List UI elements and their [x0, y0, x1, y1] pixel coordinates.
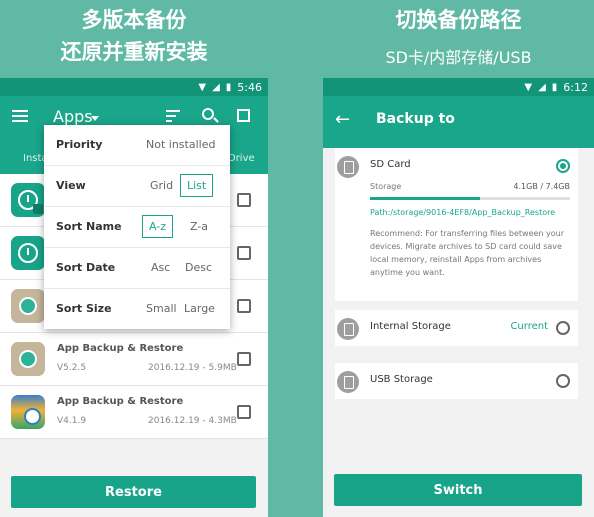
storage-value: 4.1GB / 7.4GB [513, 182, 570, 191]
status-bar: ▼ ◢ ▮ 5:46 [0, 78, 268, 96]
back-arrow-icon[interactable]: ← [335, 109, 350, 130]
row-checkbox[interactable] [237, 352, 251, 366]
view-list-option[interactable]: List [180, 174, 214, 197]
option-label: SD Card [370, 159, 411, 170]
status-time: 5:46 [237, 80, 262, 94]
chevron-down-icon[interactable] [91, 116, 99, 121]
app-version: V5.2.5 [57, 363, 87, 373]
menu-row-sort-date: Sort Date Asc Desc [44, 248, 230, 289]
status-bar: ▼ ◢ ▮ 6:12 [323, 78, 594, 96]
sd-card-radio[interactable] [556, 159, 570, 173]
sort-asc-option[interactable]: Asc [151, 261, 170, 274]
backup-app-icon [11, 183, 45, 217]
app-meta: 2016.12.19 - 5.9MB [148, 363, 237, 373]
phone-storage-icon [337, 318, 359, 340]
left-panel: 多版本备份 还原并重新安装 ▼ ◢ ▮ 5:46 Apps Insta Driv… [0, 0, 268, 517]
menu-icon[interactable] [12, 110, 28, 122]
priority-option[interactable]: Not installed [146, 138, 215, 151]
sort-small-option[interactable]: Small [146, 302, 177, 315]
battery-icon: ▮ [551, 81, 558, 93]
menu-label: Sort Size [56, 302, 112, 315]
sd-card-option[interactable]: SD Card Storage 4.1GB / 7.4GB Path:/stor… [335, 148, 578, 301]
option-label: Internal Storage [370, 321, 451, 332]
battery-icon: ▮ [225, 81, 232, 93]
row-checkbox[interactable] [237, 405, 251, 419]
sd-card-icon [337, 156, 359, 178]
usb-icon [337, 371, 359, 393]
backup-app-icon [11, 236, 45, 270]
menu-row-sort-name: Sort Name A-z Z-a [44, 207, 230, 248]
switch-button[interactable]: Switch [334, 474, 582, 506]
page-title: Backup to [376, 111, 455, 127]
row-checkbox[interactable] [237, 246, 251, 260]
sort-view-menu: Priority Not installed View Grid List So… [44, 125, 230, 329]
headline-secondary: SD卡/内部存储/USB [385, 48, 532, 67]
app-title[interactable]: Apps [53, 107, 93, 126]
backup-app-icon [11, 395, 45, 429]
right-panel: 切换备份路径 SD卡/内部存储/USB ▼ ◢ ▮ 6:12 ← Backup … [323, 0, 594, 517]
menu-row-view: View Grid List [44, 166, 230, 207]
wifi-icon: ▼ [198, 81, 207, 93]
internal-storage-radio[interactable] [556, 321, 570, 335]
tab-drive[interactable]: Drive [228, 153, 255, 164]
menu-row-sort-size: Sort Size Small Large [44, 289, 230, 330]
sort-za-option[interactable]: Z-a [190, 220, 208, 233]
headline-primary: 切换备份路径 [395, 8, 522, 32]
signal-icon: ◢ [212, 81, 220, 93]
app-name: App Backup & Restore [57, 343, 184, 354]
backup-path: Path:/storage/9016-4EF8/App_Backup_Resto… [370, 208, 556, 217]
list-item[interactable]: App Backup & Restore V5.2.5 2016.12.19 -… [0, 333, 268, 386]
app-bar: ← Backup to [323, 96, 594, 148]
signal-icon: ◢ [538, 81, 546, 93]
restore-button[interactable]: Restore [11, 476, 256, 508]
headline-secondary: 还原并重新安装 [60, 40, 208, 64]
menu-row-priority: Priority Not installed [44, 125, 230, 166]
storage-label: Storage [370, 182, 402, 191]
recommend-text: Recommend: For transferring files betwee… [370, 229, 565, 277]
menu-label: Sort Date [56, 261, 116, 274]
status-time: 6:12 [563, 80, 588, 94]
menu-label: Priority [56, 138, 103, 151]
sort-large-option[interactable]: Large [184, 302, 215, 315]
menu-label: Sort Name [56, 220, 122, 233]
view-grid-option[interactable]: Grid [150, 179, 173, 192]
usb-storage-radio[interactable] [556, 374, 570, 388]
backup-app-icon [11, 342, 45, 376]
wifi-icon: ▼ [524, 81, 533, 93]
sort-icon[interactable] [166, 110, 180, 125]
phone-screen: ▼ ◢ ▮ 6:12 ← Backup to SD Card Storage 4… [323, 78, 594, 517]
option-label: USB Storage [370, 374, 433, 385]
row-checkbox[interactable] [237, 299, 251, 313]
search-icon[interactable] [202, 108, 214, 120]
storage-progress-fill [370, 197, 480, 200]
app-meta: 2016.12.19 - 4.3MB [148, 416, 237, 426]
backup-app-icon [11, 289, 45, 323]
select-all-checkbox[interactable] [237, 109, 250, 122]
app-version: V4.1.9 [57, 416, 87, 426]
sort-az-option[interactable]: A-z [142, 215, 174, 238]
storage-progress-bar [370, 197, 570, 200]
current-badge: Current [510, 321, 548, 332]
app-name: App Backup & Restore [57, 396, 184, 407]
internal-storage-option[interactable]: Internal Storage Current [335, 310, 578, 346]
headline-primary: 多版本备份 [81, 8, 187, 32]
usb-storage-option[interactable]: USB Storage [335, 363, 578, 399]
menu-label: View [56, 179, 86, 192]
row-checkbox[interactable] [237, 193, 251, 207]
sort-desc-option[interactable]: Desc [185, 261, 212, 274]
list-item[interactable]: App Backup & Restore V4.1.9 2016.12.19 -… [0, 386, 268, 439]
